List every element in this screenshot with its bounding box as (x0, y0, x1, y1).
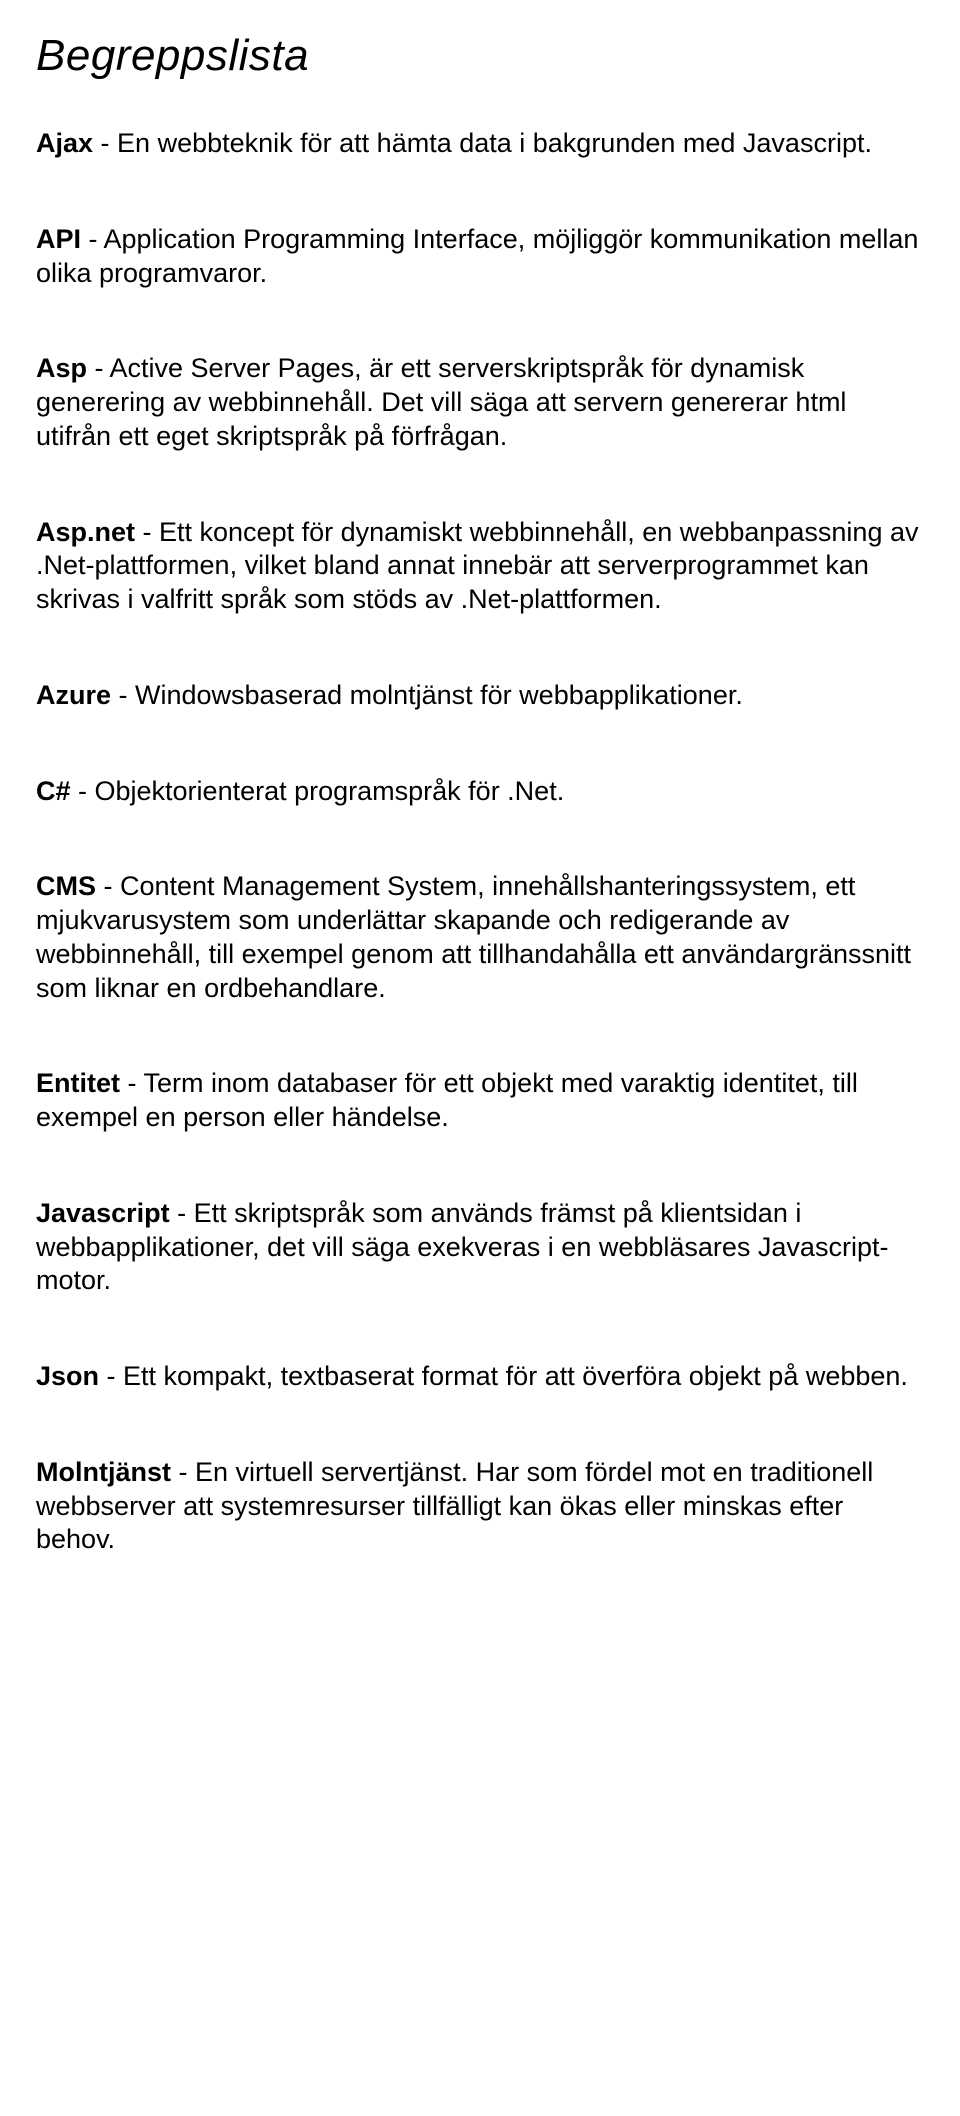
term-definition: - En webbteknik för att hämta data i bak… (93, 128, 872, 158)
term-label: CMS (36, 871, 96, 901)
glossary-entry: Entitet - Term inom databaser för ett ob… (36, 1067, 924, 1135)
term-label: Json (36, 1361, 99, 1391)
glossary-entry: Azure - Windowsbaserad molntjänst för we… (36, 679, 924, 713)
term-definition: - Ett koncept för dynamiskt webbinnehåll… (36, 517, 918, 615)
glossary-entry: API - Application Programming Interface,… (36, 223, 924, 291)
term-label: C# (36, 776, 71, 806)
term-label: API (36, 224, 81, 254)
term-definition: - Content Management System, innehållsha… (36, 871, 911, 1002)
glossary-entry: Asp.net - Ett koncept för dynamiskt webb… (36, 516, 924, 617)
term-definition: - Objektorienterat programspråk för .Net… (71, 776, 565, 806)
term-label: Javascript (36, 1198, 170, 1228)
term-label: Ajax (36, 128, 93, 158)
glossary-entry: C# - Objektorienterat programspråk för .… (36, 775, 924, 809)
glossary-entry: Json - Ett kompakt, textbaserat format f… (36, 1360, 924, 1394)
term-label: Asp (36, 353, 87, 383)
term-label: Molntjänst (36, 1457, 171, 1487)
page-title: Begreppslista (36, 28, 924, 83)
glossary-entry: CMS - Content Management System, innehål… (36, 870, 924, 1005)
term-definition: - Active Server Pages, är ett serverskri… (36, 353, 846, 451)
term-label: Entitet (36, 1068, 120, 1098)
glossary-entry: Ajax - En webbteknik för att hämta data … (36, 127, 924, 161)
term-definition: - Application Programming Interface, möj… (36, 224, 918, 288)
term-definition: - Windowsbaserad molntjänst för webbappl… (111, 680, 743, 710)
term-label: Asp.net (36, 517, 135, 547)
term-definition: - Term inom databaser för ett objekt med… (36, 1068, 858, 1132)
glossary-entry: Javascript - Ett skriptspråk som används… (36, 1197, 924, 1298)
glossary-entry: Molntjänst - En virtuell servertjänst. H… (36, 1456, 924, 1557)
glossary-entry: Asp - Active Server Pages, är ett server… (36, 352, 924, 453)
term-label: Azure (36, 680, 111, 710)
term-definition: - Ett kompakt, textbaserat format för at… (99, 1361, 908, 1391)
